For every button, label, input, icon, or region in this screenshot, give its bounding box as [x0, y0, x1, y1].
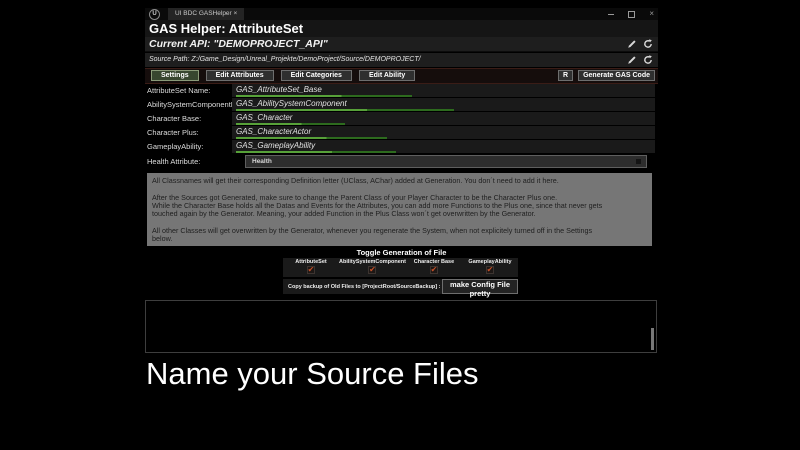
r-button[interactable]: R: [558, 70, 573, 81]
tab-bar: Settings Edit Attributes Edit Categories Ed…: [145, 68, 658, 84]
health-attribute-row: Health Attribute: Health: [145, 155, 658, 168]
checkmark-icon: ✔: [487, 267, 494, 273]
generate-gas-code-button[interactable]: Generate GAS Code: [578, 70, 655, 81]
checkmark-icon: ✔: [431, 267, 438, 273]
source-path-label: Source Path: Z:/Game_Design/Unreal_Proje…: [149, 56, 421, 63]
copy-backup-row: Copy backup of Old Files to [ProjectRoot…: [283, 279, 459, 294]
input-underline: [236, 95, 412, 97]
refresh-icon: [643, 55, 653, 65]
edit-source-path-button[interactable]: [625, 54, 638, 66]
form-row: AbilitySystemComponentName:GAS_AbilitySy…: [145, 98, 658, 111]
tab-edit-attributes[interactable]: Edit Attributes: [206, 70, 274, 81]
maximize-button[interactable]: [628, 11, 635, 18]
toggle-column: Character Base✔: [406, 258, 462, 277]
source-path-row: Source Path: Z:/Game_Design/Unreal_Proje…: [145, 53, 658, 67]
toggle-column: AttributeSet✔: [283, 258, 339, 277]
toggle-checkbox-abilitysystemcomponent[interactable]: ✔: [368, 266, 376, 274]
form-row: GameplayAbility: GAS_GameplayAbility: [145, 140, 658, 153]
tabbar-actions: R Generate GAS Code: [558, 70, 655, 81]
lower-content-panel: [145, 300, 657, 353]
copy-backup-strip: Copy backup of Old Files to [ProjectRoot…: [283, 279, 459, 294]
window-titlebar: U UI BDC GASHelper × ×: [145, 8, 658, 20]
health-attribute-value: Health: [252, 156, 272, 167]
window-controls: ×: [608, 8, 654, 20]
checkmark-icon: ✔: [369, 267, 376, 273]
toggle-column: AbilitySystemComponent✔: [339, 258, 406, 277]
input-underline: [236, 109, 454, 111]
refresh-api-button[interactable]: [641, 38, 654, 50]
close-button[interactable]: ×: [649, 8, 654, 20]
toggle-generation-columns: AttributeSet✔AbilitySystemComponent✔Char…: [283, 258, 518, 277]
field-label: GameplayAbility:: [147, 140, 203, 153]
checkmark-icon: ✔: [308, 267, 315, 273]
form-row: AttributeSet Name: GAS_AttributeSet_Base: [145, 84, 658, 97]
form-row: Character Base: GAS_Character: [145, 112, 658, 125]
edit-api-button[interactable]: [625, 38, 638, 50]
tab-buttons: Settings Edit Attributes Edit Categories Ed…: [151, 70, 415, 81]
text-input[interactable]: GAS_AttributeSet_Base: [232, 84, 655, 97]
copy-backup-label: Copy backup of Old Files to [ProjectRoot…: [288, 284, 441, 290]
document-tab[interactable]: UI BDC GASHelper ×: [168, 8, 244, 20]
text-input[interactable]: GAS_AbilitySystemComponent: [232, 98, 655, 111]
text-input[interactable]: GAS_CharacterActor: [232, 126, 655, 139]
health-attribute-label: Health Attribute:: [147, 155, 200, 168]
text-input[interactable]: GAS_GameplayAbility: [232, 140, 655, 153]
toggle-section-title: Toggle Generation of File: [145, 248, 658, 257]
pencil-icon: [627, 55, 637, 65]
screen: U UI BDC GASHelper × × GAS Helper: Attri…: [0, 0, 800, 450]
page-title: GAS Helper: AttributeSet: [145, 20, 658, 37]
pencil-icon: [627, 39, 637, 49]
current-api-row: Current API: "DEMOPROJECT_API": [145, 37, 658, 52]
tab-edit-categories[interactable]: Edit Categories: [281, 70, 352, 81]
refresh-source-path-button[interactable]: [641, 54, 654, 66]
input-underline: [236, 151, 396, 153]
text-input[interactable]: GAS_Character: [232, 112, 655, 125]
current-api-label: Current API: "DEMOPROJECT_API": [149, 38, 328, 50]
health-attribute-dropdown[interactable]: Health: [245, 155, 647, 168]
scrollbar-thumb[interactable]: [651, 328, 654, 350]
tab-edit-ability[interactable]: Edit Ability: [359, 70, 415, 81]
slide-caption: Name your Source Files: [146, 356, 479, 392]
field-label: Character Plus:: [147, 126, 199, 139]
source-file-name-form: AttributeSet Name: GAS_AttributeSet_BaseA…: [145, 84, 658, 154]
unreal-engine-logo-icon: U: [149, 9, 160, 20]
toggle-column: GameplayAbility✔: [462, 258, 518, 277]
tab-settings[interactable]: Settings: [151, 70, 199, 81]
info-text: All Classnames will get their correspond…: [147, 173, 652, 246]
refresh-icon: [643, 39, 653, 49]
field-label: AttributeSet Name:: [147, 84, 210, 97]
input-underline: [236, 123, 345, 125]
field-label: Character Base:: [147, 112, 201, 125]
dropdown-arrow-icon: [636, 159, 641, 164]
form-row: Character Plus: GAS_CharacterActor: [145, 126, 658, 139]
make-config-file-pretty-button[interactable]: make Config File pretty: [442, 279, 518, 294]
toggle-checkbox-gameplayability[interactable]: ✔: [486, 266, 494, 274]
gas-helper-window: U UI BDC GASHelper × × GAS Helper: Attri…: [145, 8, 658, 356]
minimize-button[interactable]: [608, 14, 614, 15]
toggle-checkbox-character-base[interactable]: ✔: [430, 266, 438, 274]
toggle-checkbox-attributeset[interactable]: ✔: [307, 266, 315, 274]
input-underline: [236, 137, 387, 139]
